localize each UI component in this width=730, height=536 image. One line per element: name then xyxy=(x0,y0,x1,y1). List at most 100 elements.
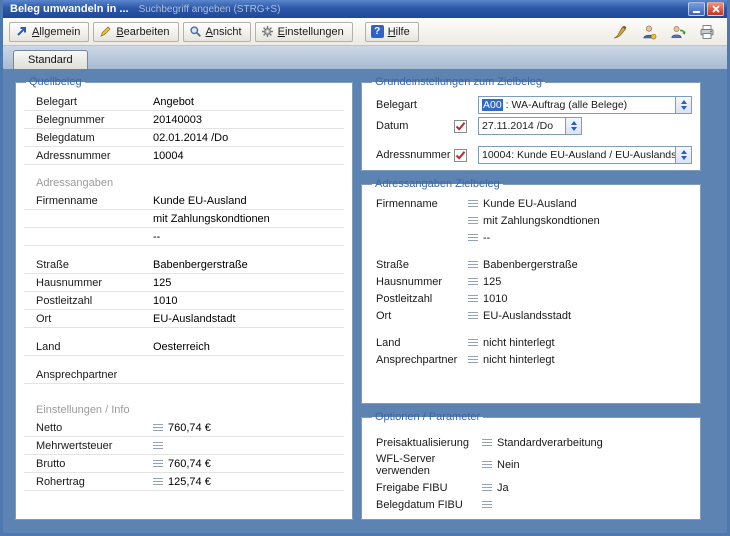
dialog-window: Beleg umwandeln in ... Suchbegriff angeb… xyxy=(0,0,730,536)
value-indicator-icon xyxy=(153,424,163,432)
row-ziel-postleitzahl: Postleitzahl 1010 xyxy=(370,290,692,307)
spin-buttons[interactable] xyxy=(675,147,691,163)
value-indicator-icon xyxy=(468,261,478,269)
field-label: Belegnummer xyxy=(36,114,153,126)
spin-buttons[interactable] xyxy=(565,118,581,134)
toolbar: Allgemein Bearbeiten Ansicht Einstellung… xyxy=(3,18,727,46)
menu-ansicht-button[interactable]: Ansicht xyxy=(183,22,251,42)
row-ansprechpartner: Ansprechpartner xyxy=(24,366,344,384)
menu-allgemein-button[interactable]: Allgemein xyxy=(9,22,89,42)
belegart-combobox[interactable]: A00 : WA-Auftrag (alle Belege) xyxy=(478,96,692,114)
arrow-up-right-icon xyxy=(15,25,28,38)
quellbeleg-panel: Quellbeleg Belegart Angebot Belegnummer … xyxy=(15,76,353,520)
adressnummer-checkbox[interactable] xyxy=(454,149,467,162)
field-value-text: Ja xyxy=(497,482,509,494)
field-value: 10004 xyxy=(153,150,344,162)
spin-up-icon xyxy=(681,150,687,154)
field-label: WFL-Server verwenden xyxy=(376,453,482,477)
adressnummer-combobox[interactable]: 10004: Kunde EU-Ausland / EU-Auslandssta… xyxy=(478,146,692,164)
menu-label: Hilfe xyxy=(388,26,410,38)
date-text: 27.11.2014 /Do xyxy=(482,120,553,132)
value-indicator-icon xyxy=(153,442,163,450)
tab-strip: Standard xyxy=(3,46,727,69)
field-value: nicht hinterlegt xyxy=(468,337,692,349)
user-sync-icon[interactable] xyxy=(668,22,688,42)
field-label: Brutto xyxy=(36,458,153,470)
field-value-text: 1010 xyxy=(483,293,507,305)
field-label: Postleitzahl xyxy=(36,295,153,307)
row-land: Land Oesterreich xyxy=(24,338,344,356)
row-belegnummer: Belegnummer 20140003 xyxy=(24,111,344,129)
row-wfl-server: WFL-Server verwenden Nein xyxy=(370,451,692,479)
field-value: Kunde EU-Ausland xyxy=(468,198,692,210)
row-firmenname-2: mit Zahlungskondtionen xyxy=(24,210,344,228)
optionen-legend: Optionen / Parameter xyxy=(372,411,483,423)
field-value-text: 760,74 € xyxy=(168,458,211,470)
value-indicator-icon xyxy=(468,339,478,347)
printer-icon[interactable] xyxy=(697,22,717,42)
field-value: Babenbergerstraße xyxy=(153,259,344,271)
field-value: Oesterreich xyxy=(153,341,344,353)
menu-label: Ansicht xyxy=(206,26,242,38)
row-hausnummer: Hausnummer 125 xyxy=(24,274,344,292)
row-ziel-ansprechpartner: Ansprechpartner nicht hinterlegt xyxy=(370,351,692,368)
menu-label: Einstellungen xyxy=(278,26,344,38)
menu-hilfe-button[interactable]: ? Hilfe xyxy=(365,22,419,42)
row-netto: Netto 760,74 € xyxy=(24,419,344,437)
field-value: 125,74 € xyxy=(153,476,344,488)
value-indicator-icon xyxy=(468,312,478,320)
value-indicator-icon xyxy=(468,278,478,286)
combo-text: : WA-Auftrag (alle Belege) xyxy=(503,99,628,111)
section-header-adressangaben: Adressangaben xyxy=(24,165,344,192)
brush-icon[interactable] xyxy=(610,22,630,42)
field-label: Mehrwertsteuer xyxy=(36,440,153,452)
user-icon[interactable] xyxy=(639,22,659,42)
combo-text: 10004: Kunde EU-Ausland / EU-Auslandssta… xyxy=(482,149,675,161)
datum-checkbox[interactable] xyxy=(454,120,467,133)
field-label: Freigabe FIBU xyxy=(376,482,482,494)
titlebar: Beleg umwandeln in ... Suchbegriff angeb… xyxy=(3,0,727,18)
spin-up-icon xyxy=(681,100,687,104)
field-label: Adressnummer xyxy=(36,150,153,162)
field-value xyxy=(482,501,692,509)
close-button[interactable] xyxy=(707,2,724,16)
field-value: -- xyxy=(153,231,344,243)
field-label: Ansprechpartner xyxy=(36,369,153,381)
field-label: Netto xyxy=(36,422,153,434)
help-icon: ? xyxy=(371,25,384,38)
field-label: Straße xyxy=(36,259,153,271)
datum-date-field[interactable]: 27.11.2014 /Do xyxy=(478,117,582,135)
spin-buttons[interactable] xyxy=(675,97,691,113)
menu-einstellungen-button[interactable]: Einstellungen xyxy=(255,22,353,42)
window-subtitle: Suchbegriff angeben (STRG+S) xyxy=(139,4,688,15)
field-value: Standardverarbeitung xyxy=(482,437,692,449)
field-value: 125 xyxy=(468,276,692,288)
row-ziel-belegart: Belegart A00 : WA-Auftrag (alle Belege) xyxy=(370,96,692,114)
value-indicator-icon xyxy=(482,484,492,492)
row-belegdatum: Belegdatum 02.01.2014 /Do xyxy=(24,129,344,147)
red-check-icon xyxy=(455,121,466,132)
row-ziel-hausnummer: Hausnummer 125 xyxy=(370,273,692,290)
field-value: nicht hinterlegt xyxy=(468,354,692,366)
field-value-text: nicht hinterlegt xyxy=(483,337,555,349)
field-label: Land xyxy=(376,337,468,349)
field-value-text: Babenbergerstraße xyxy=(483,259,578,271)
row-postleitzahl: Postleitzahl 1010 xyxy=(24,292,344,310)
minimize-button[interactable] xyxy=(688,2,705,16)
tab-standard[interactable]: Standard xyxy=(13,50,88,69)
row-ziel-adressnummer: Adressnummer 10004: Kunde EU-Ausland / E… xyxy=(370,146,692,164)
field-label: Belegart xyxy=(376,99,454,111)
field-label: Ort xyxy=(376,310,468,322)
field-value: Babenbergerstraße xyxy=(468,259,692,271)
row-ziel-ort: Ort EU-Auslandsstadt xyxy=(370,307,692,324)
field-value-text: Kunde EU-Ausland xyxy=(483,198,577,210)
field-label: Datum xyxy=(376,120,454,132)
row-firmenname-1: Firmenname Kunde EU-Ausland xyxy=(24,192,344,210)
row-freigabe-fibu: Freigabe FIBU Ja xyxy=(370,479,692,496)
field-value-text: Standardverarbeitung xyxy=(497,437,603,449)
field-value: mit Zahlungskondtionen xyxy=(153,213,344,225)
menu-bearbeiten-button[interactable]: Bearbeiten xyxy=(93,22,178,42)
value-indicator-icon xyxy=(468,234,478,242)
menu-label: Allgemein xyxy=(32,26,80,38)
grundeinstellungen-panel: Grundeinstellungen zum Zielbeleg Belegar… xyxy=(361,76,701,171)
